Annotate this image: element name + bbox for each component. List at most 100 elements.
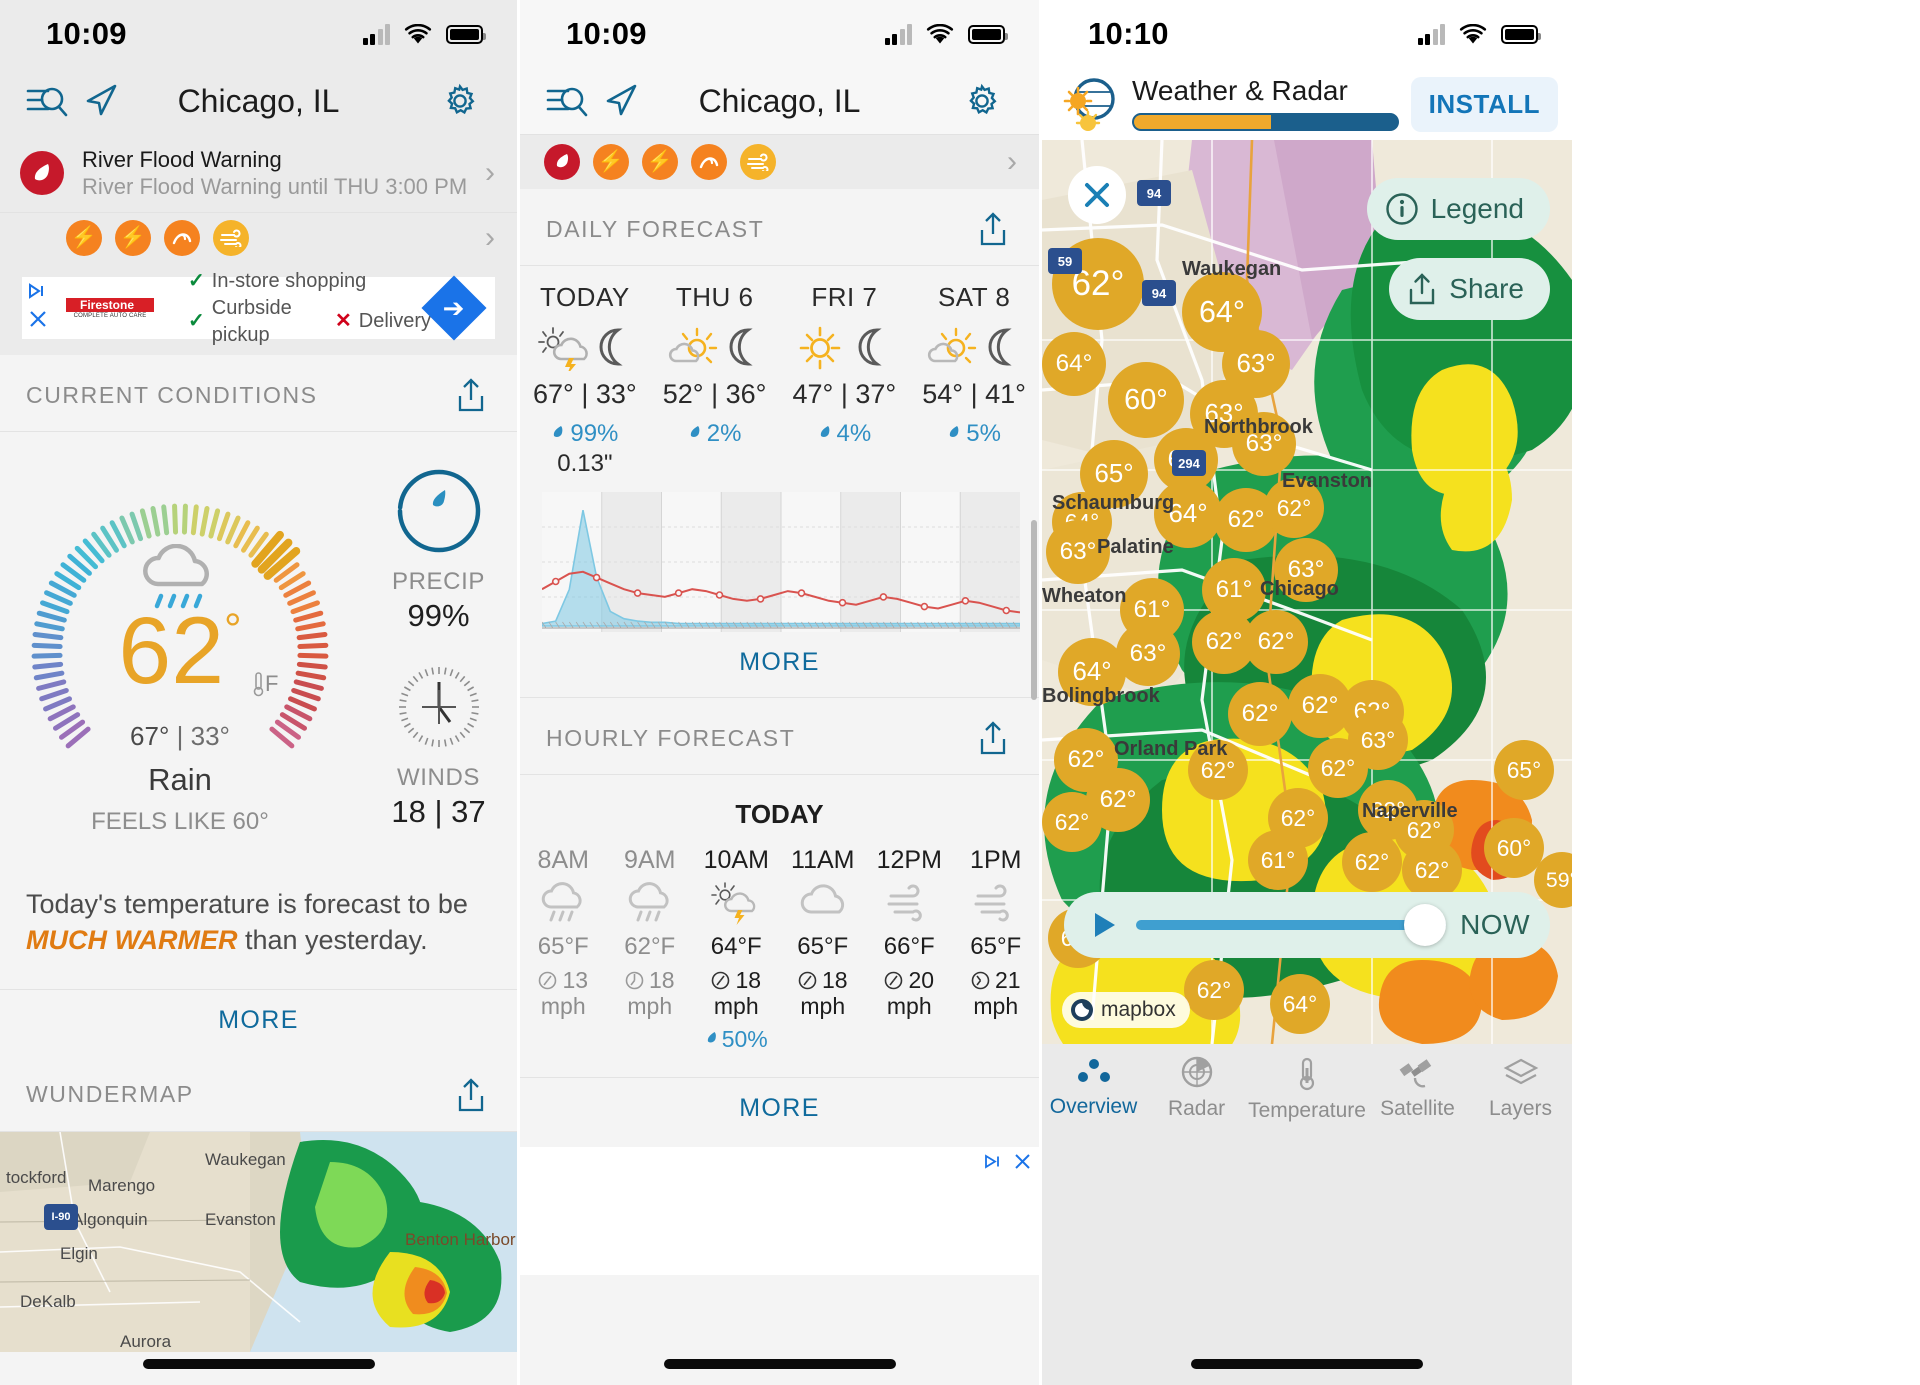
ad-controls[interactable]	[28, 283, 50, 329]
day-name: TODAY	[540, 282, 630, 312]
hour-time: 1PM	[970, 846, 1022, 874]
moon-icon	[858, 328, 883, 366]
chevron-right-icon[interactable]: ›	[485, 223, 495, 253]
forecast-chart[interactable]	[542, 492, 1020, 632]
hour-wind: 18 mph	[625, 967, 675, 1020]
note-suffix: than yesterday.	[237, 925, 428, 956]
temperature-bubble[interactable]: 62°	[1228, 682, 1292, 746]
temperature-dial: 62° F 67° | 33° Rain FEELS LIKE 60°	[0, 456, 360, 835]
navigation-arrow-icon[interactable]	[74, 74, 128, 128]
share-icon[interactable]	[451, 1073, 491, 1117]
tab-overview[interactable]: Overview	[1042, 1056, 1145, 1119]
wind-direction-icon	[625, 971, 644, 990]
hour-column[interactable]: 1PM 65°F 21 mph	[953, 846, 1040, 1053]
advertisement-bottom[interactable]	[520, 1146, 1039, 1275]
wundermap-preview[interactable]: tockford Marengo Waukegan Algonquin Evan…	[0, 1131, 517, 1352]
severe-icons-row[interactable]: ⚡ ⚡ ›	[0, 212, 517, 265]
hour-time: 9AM	[624, 846, 676, 874]
chevron-right-icon[interactable]: ›	[485, 158, 495, 188]
gear-icon[interactable]	[955, 74, 1009, 128]
temperature-bubble[interactable]: 64°	[1270, 974, 1330, 1034]
tab-temperature[interactable]: Temperature	[1248, 1056, 1366, 1123]
ad-controls[interactable]	[984, 1153, 1031, 1170]
radar-icon	[1181, 1056, 1212, 1088]
sun-thunderstorm-icon	[537, 327, 588, 371]
directions-arrow-icon[interactable]: ➔	[421, 275, 487, 341]
adchoices-icon[interactable]	[984, 1154, 1006, 1169]
current-conditions: 62° F 67° | 33° Rain FEELS LIKE 60° PREC…	[0, 432, 517, 852]
feels-like-text: FEELS LIKE 60°	[91, 808, 269, 835]
temperature-bubble[interactable]: 62°	[1402, 840, 1462, 900]
daily-column[interactable]: SAT 8 54° | 41° 5%	[909, 282, 1039, 478]
share-icon[interactable]	[973, 716, 1013, 760]
more-button-hourly[interactable]: MORE	[520, 1076, 1039, 1143]
adchoices-icon[interactable]	[28, 283, 50, 299]
chevron-right-icon[interactable]: ›	[1007, 147, 1017, 177]
alert-banner[interactable]: River Flood Warning River Flood Warning …	[0, 134, 517, 212]
tab-satellite[interactable]: Satellite	[1366, 1056, 1469, 1121]
timeline-handle[interactable]	[1404, 904, 1447, 946]
close-icon[interactable]	[28, 309, 48, 329]
navigation-arrow-icon[interactable]	[594, 74, 648, 128]
close-icon[interactable]	[1014, 1153, 1031, 1170]
thunderstorm-icon[interactable]: ⚡	[593, 144, 629, 180]
app-install-banner[interactable]: Weather & Radar INSTALL	[1042, 68, 1572, 140]
wave-icon[interactable]	[164, 220, 200, 256]
tab-radar[interactable]: Radar	[1145, 1056, 1248, 1121]
temperature-bubble[interactable]: 65°	[1494, 740, 1554, 800]
temperature-bubble[interactable]: 62°	[1184, 960, 1244, 1020]
temperature-bubble[interactable]: 60°	[1108, 362, 1184, 438]
winds-gauge[interactable]: WINDS 18 | 37	[391, 660, 486, 830]
tab-layers[interactable]: Layers	[1469, 1056, 1572, 1121]
hour-column[interactable]: 11AM 65°F 18 mph	[780, 846, 867, 1053]
more-button-daily[interactable]: MORE	[520, 632, 1039, 697]
severe-icons-row[interactable]: ⚡ ⚡ ›	[520, 134, 1039, 189]
flood-icon[interactable]	[544, 144, 580, 180]
share-button[interactable]: Share	[1389, 258, 1550, 320]
temperature-bubble[interactable]: 64°	[1042, 332, 1106, 396]
search-list-icon[interactable]	[20, 74, 74, 128]
share-icon[interactable]	[451, 373, 491, 417]
radar-timeline[interactable]: NOW	[1064, 892, 1550, 958]
legend-button[interactable]: Legend	[1366, 178, 1550, 240]
search-list-icon[interactable]	[540, 74, 594, 128]
temperature-bubble[interactable]: 61°	[1248, 830, 1308, 890]
share-icon[interactable]	[973, 207, 1013, 251]
wave-icon[interactable]	[691, 144, 727, 180]
thunderstorm-icon[interactable]: ⚡	[642, 144, 678, 180]
wind-icon[interactable]	[740, 144, 776, 180]
play-icon[interactable]	[1084, 906, 1122, 944]
daily-column[interactable]: TODAY 67° | 33° 99% 0.13"	[520, 282, 650, 478]
alert-text: River Flood Warning River Flood Warning …	[82, 146, 467, 201]
daily-column[interactable]: THU 6 52° | 36° 2%	[650, 282, 780, 478]
daily-column[interactable]: FRI 7 47° | 37° 4%	[780, 282, 910, 478]
water-drop-icon	[20, 151, 64, 195]
more-button-conditions[interactable]: MORE	[0, 988, 517, 1055]
scrollbar[interactable]	[1031, 520, 1037, 700]
day-night-icons	[537, 325, 633, 371]
mapbox-attribution[interactable]: mapbox	[1062, 992, 1190, 1028]
temperature-bubble[interactable]: 62°	[1308, 738, 1368, 798]
rain-icon	[628, 882, 669, 922]
hour-column[interactable]: 8AM 65°F 13 mph	[520, 846, 607, 1053]
close-icon[interactable]	[1068, 166, 1126, 224]
hour-column[interactable]: 12PM 66°F 20 mph	[866, 846, 953, 1053]
temperature-bubble[interactable]: 62°	[1342, 832, 1402, 892]
wind-icon[interactable]	[213, 220, 249, 256]
thunderstorm-icon[interactable]: ⚡	[66, 220, 102, 256]
hour-column[interactable]: 10AM 64°F 18 mph 50%	[693, 846, 780, 1053]
install-button[interactable]: INSTALL	[1410, 76, 1558, 132]
wind-direction-icon	[971, 971, 990, 990]
temperature-bubble[interactable]: 62°	[1042, 792, 1102, 852]
hour-temp: 62°F	[624, 933, 676, 960]
hour-wind: 21 mph	[971, 967, 1021, 1020]
radar-map[interactable]: Legend Share 62°64°63°64°60°63°65°62°63°…	[1042, 140, 1572, 1044]
tab-label: Overview	[1049, 1095, 1138, 1118]
thunderstorm-icon[interactable]: ⚡	[115, 220, 151, 256]
timeline-slider[interactable]	[1136, 904, 1447, 946]
precip-gauge[interactable]: PRECIP 99%	[392, 464, 486, 634]
advertisement[interactable]: Firestone COMPLETE AUTO CARE ✓ In-store s…	[22, 270, 495, 346]
temperature-bubble[interactable]: 62°	[1244, 610, 1308, 674]
gear-icon[interactable]	[433, 74, 487, 128]
hour-column[interactable]: 9AM 62°F 18 mph	[607, 846, 694, 1053]
